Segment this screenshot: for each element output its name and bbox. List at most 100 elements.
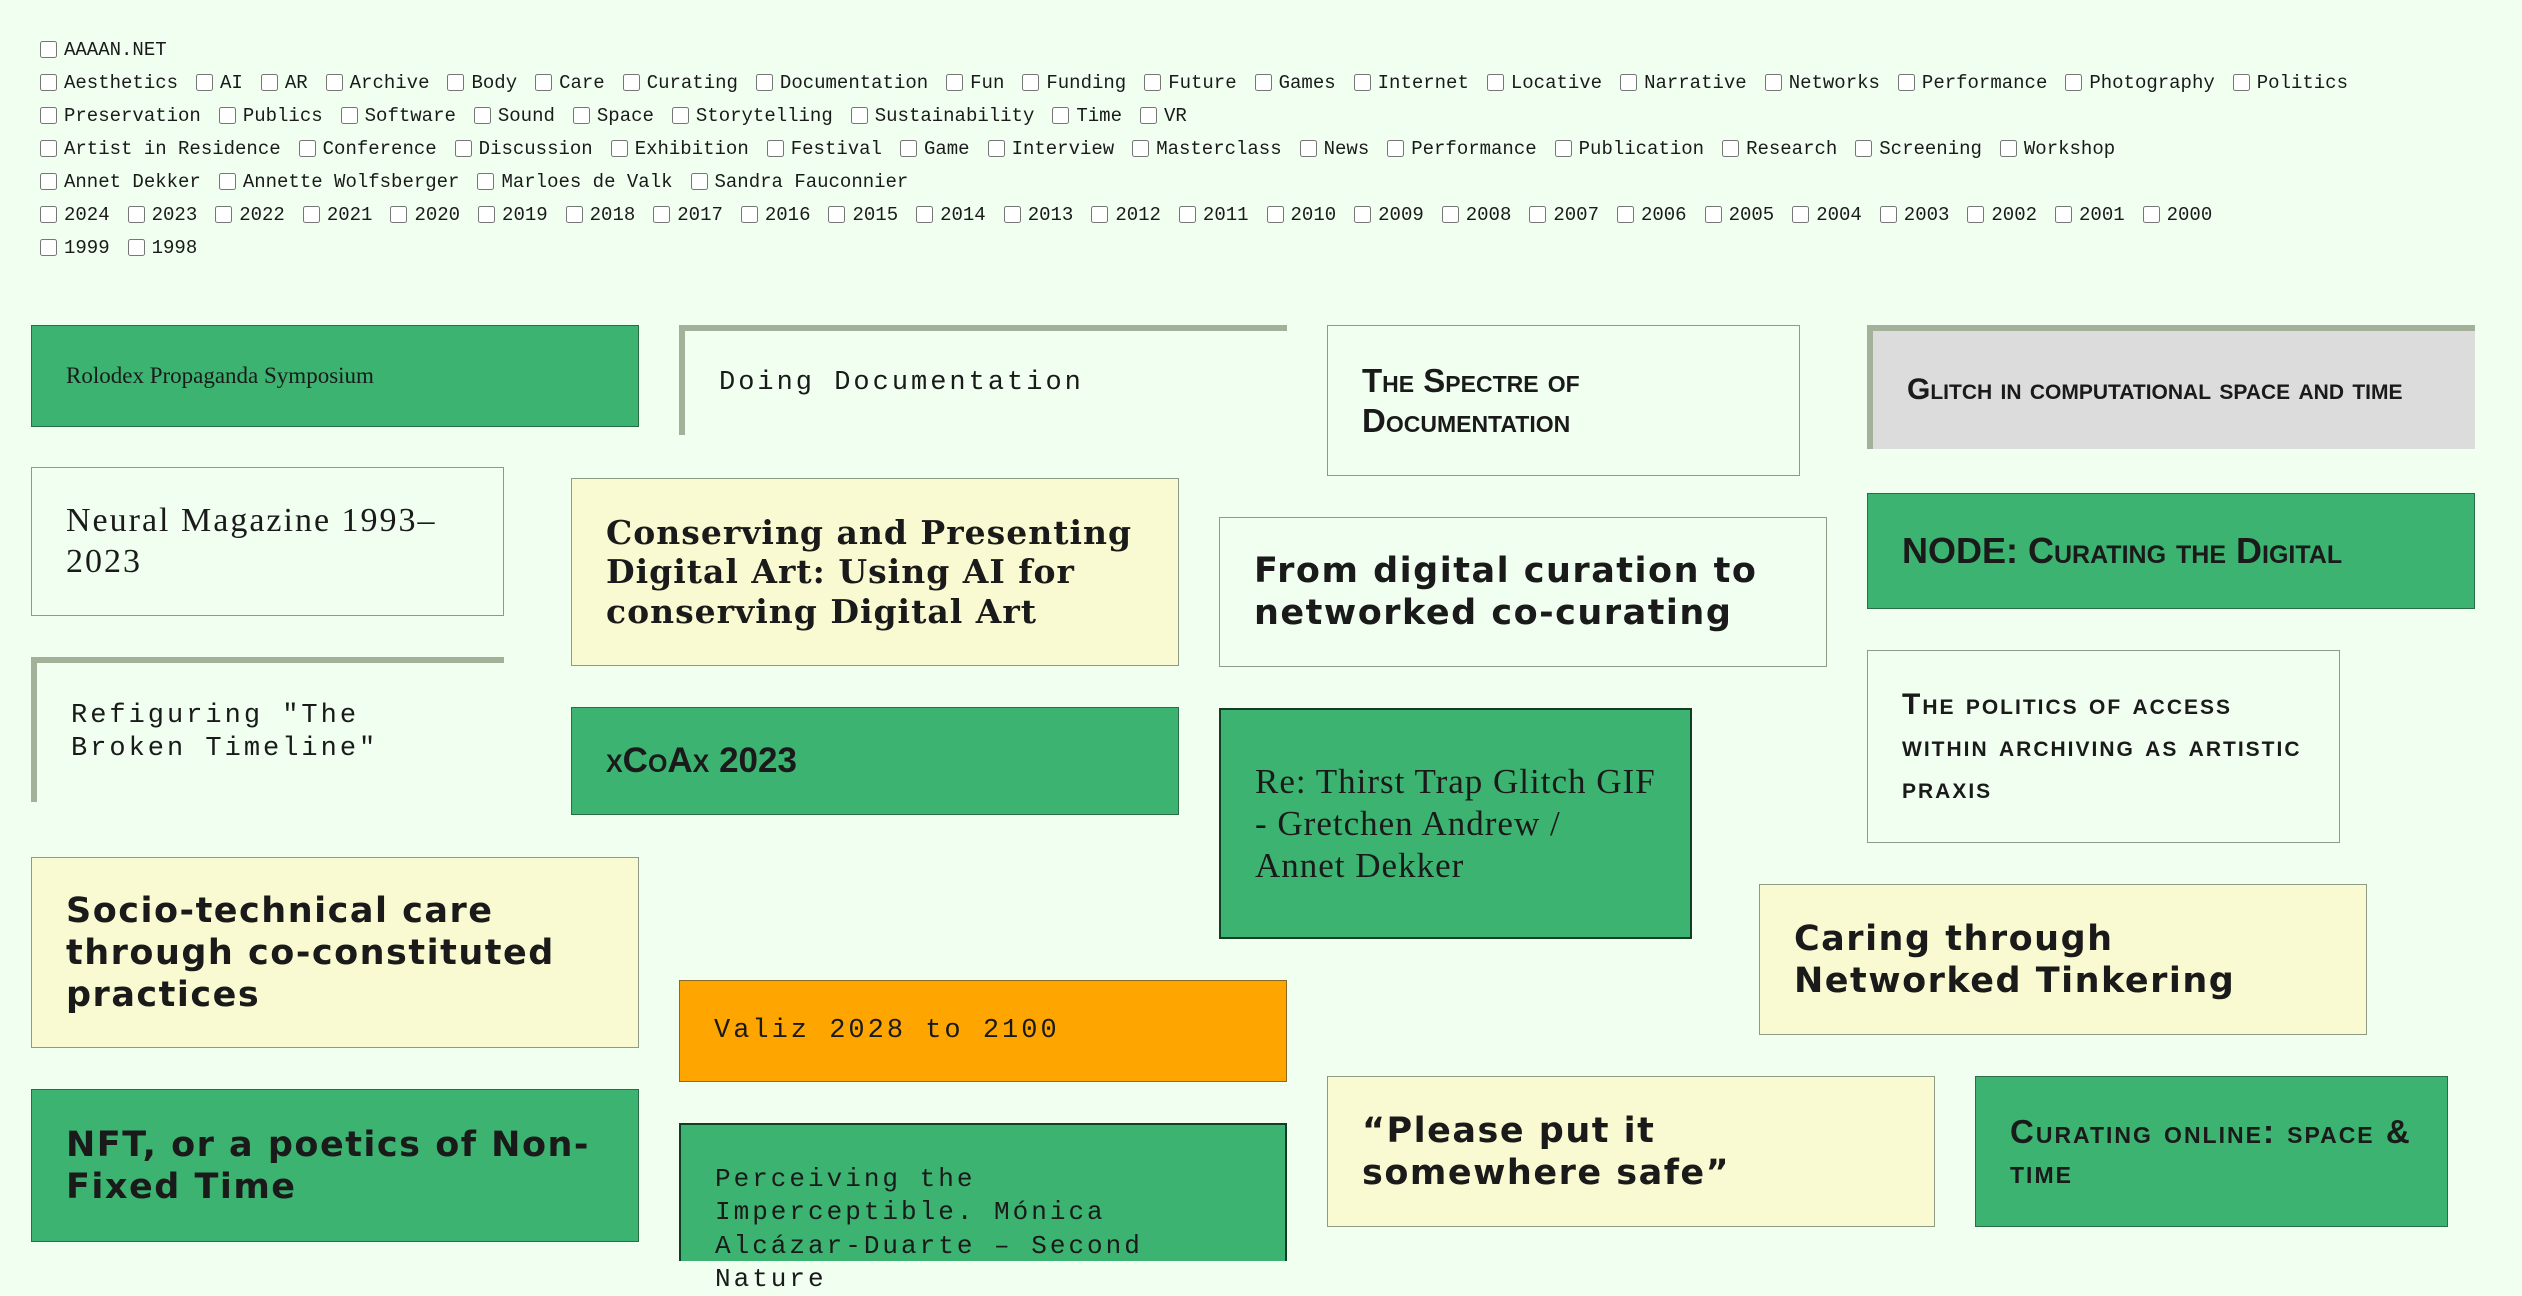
filter-checkbox[interactable] bbox=[916, 206, 934, 223]
card-xcoax[interactable]: xCoAx 2023 bbox=[571, 707, 1179, 815]
filter-checkbox[interactable] bbox=[766, 140, 784, 157]
filter-checkbox[interactable] bbox=[2232, 74, 2250, 91]
filter-checkbox[interactable] bbox=[1091, 206, 1109, 223]
filter-option[interactable]: Workshop bbox=[1998, 138, 2115, 160]
card-glitch[interactable]: Glitch in computational space and time bbox=[1867, 325, 2475, 449]
filter-option[interactable]: Marloes de Valk bbox=[475, 171, 673, 193]
filter-option[interactable]: AI bbox=[194, 72, 243, 94]
filter-option[interactable]: Performance bbox=[1385, 138, 1537, 160]
filter-option[interactable]: Time bbox=[1050, 105, 1122, 127]
filter-checkbox[interactable] bbox=[1616, 206, 1634, 223]
card-doing-documentation[interactable]: Doing Documentation bbox=[679, 325, 1287, 435]
filter-option[interactable]: 2020 bbox=[388, 204, 460, 226]
filter-checkbox[interactable] bbox=[477, 173, 495, 190]
filter-option[interactable]: Publication bbox=[1553, 138, 1704, 160]
filter-checkbox[interactable] bbox=[1792, 206, 1810, 223]
filter-checkbox[interactable] bbox=[1529, 206, 1547, 223]
filter-option[interactable]: Masterclass bbox=[1130, 138, 1282, 160]
filter-checkbox[interactable] bbox=[1897, 74, 1915, 91]
filter-option[interactable]: Photography bbox=[2063, 72, 2215, 94]
filter-checkbox[interactable] bbox=[1722, 140, 1740, 157]
filter-option[interactable]: Body bbox=[445, 72, 517, 94]
filter-option[interactable]: Sound bbox=[472, 105, 555, 127]
filter-option[interactable]: 2013 bbox=[1002, 204, 1073, 226]
filter-checkbox[interactable] bbox=[610, 140, 628, 157]
filter-option[interactable]: Software bbox=[339, 105, 456, 127]
filter-checkbox[interactable] bbox=[572, 107, 590, 124]
filter-checkbox[interactable] bbox=[40, 74, 57, 91]
filter-checkbox[interactable] bbox=[565, 206, 583, 223]
filter-checkbox[interactable] bbox=[946, 74, 964, 91]
filter-checkbox[interactable] bbox=[1132, 140, 1150, 157]
filter-option[interactable]: Storytelling bbox=[670, 105, 833, 127]
card-nft[interactable]: NFT, or a poetics of Non-Fixed Time bbox=[31, 1089, 639, 1242]
filter-option[interactable]: Publics bbox=[217, 105, 323, 127]
filter-option[interactable]: Sustainability bbox=[849, 105, 1034, 127]
filter-checkbox[interactable] bbox=[1855, 140, 1873, 157]
filter-option[interactable]: Research bbox=[1720, 138, 1837, 160]
filter-option[interactable]: 2015 bbox=[826, 204, 898, 226]
filter-option[interactable]: Documentation bbox=[754, 72, 928, 94]
filter-option[interactable]: 2023 bbox=[126, 204, 197, 226]
filter-checkbox[interactable] bbox=[1052, 107, 1070, 124]
filter-option[interactable]: 2005 bbox=[1703, 204, 1774, 226]
filter-checkbox[interactable] bbox=[690, 173, 708, 190]
filter-checkbox[interactable] bbox=[1354, 206, 1372, 223]
filter-checkbox[interactable] bbox=[1144, 74, 1162, 91]
filter-checkbox[interactable] bbox=[218, 173, 236, 190]
filter-checkbox[interactable] bbox=[478, 206, 496, 223]
filter-checkbox[interactable] bbox=[1554, 140, 1572, 157]
filter-checkbox[interactable] bbox=[1620, 74, 1638, 91]
filter-checkbox[interactable] bbox=[1704, 206, 1722, 223]
filter-checkbox[interactable] bbox=[1879, 206, 1897, 223]
filter-checkbox[interactable] bbox=[473, 107, 491, 124]
filter-checkbox[interactable] bbox=[215, 206, 233, 223]
filter-checkbox[interactable] bbox=[1353, 74, 1371, 91]
filter-option[interactable]: News bbox=[1298, 138, 1369, 160]
filter-checkbox[interactable] bbox=[40, 173, 57, 190]
filter-option[interactable]: Curating bbox=[621, 72, 738, 94]
card-thirst-trap[interactable]: Re: Thirst Trap Glitch GIF - Gretchen An… bbox=[1219, 708, 1692, 939]
filter-option[interactable]: 2021 bbox=[301, 204, 372, 226]
filter-option[interactable]: 2004 bbox=[1790, 204, 1862, 226]
filter-checkbox[interactable] bbox=[196, 74, 214, 91]
filter-checkbox[interactable] bbox=[2055, 206, 2073, 223]
card-digital-curation[interactable]: From digital curation to networked co-cu… bbox=[1219, 517, 1827, 667]
filter-option[interactable]: Exhibition bbox=[609, 138, 749, 160]
filter-option[interactable]: Politics bbox=[2231, 72, 2348, 94]
filter-option[interactable]: Discussion bbox=[453, 138, 593, 160]
filter-checkbox[interactable] bbox=[1387, 140, 1405, 157]
filter-checkbox[interactable] bbox=[127, 239, 145, 256]
filter-option[interactable]: Aesthetics bbox=[38, 72, 178, 94]
filter-option[interactable]: Game bbox=[898, 138, 970, 160]
card-socio-technical[interactable]: Socio-technical care through co-constitu… bbox=[31, 857, 639, 1048]
card-perceiving[interactable]: Perceiving the Imperceptible. Mónica Alc… bbox=[679, 1123, 1287, 1294]
filter-option[interactable]: 2001 bbox=[2053, 204, 2125, 226]
filter-checkbox[interactable] bbox=[899, 140, 917, 157]
filter-option[interactable]: 2003 bbox=[1878, 204, 1949, 226]
filter-option[interactable]: Future bbox=[1142, 72, 1237, 94]
filter-checkbox[interactable] bbox=[1003, 206, 1021, 223]
filter-option[interactable]: Annet Dekker bbox=[38, 171, 201, 193]
filter-checkbox[interactable] bbox=[850, 107, 868, 124]
card-curating-online[interactable]: Curating online: space & time bbox=[1975, 1076, 2448, 1227]
filter-checkbox[interactable] bbox=[1299, 140, 1317, 157]
filter-checkbox[interactable] bbox=[828, 206, 846, 223]
filter-option[interactable]: 2011 bbox=[1177, 204, 1249, 226]
filter-checkbox[interactable] bbox=[260, 74, 278, 91]
filter-option[interactable]: Games bbox=[1253, 72, 1336, 94]
filter-option[interactable]: Funding bbox=[1020, 72, 1126, 94]
filter-option[interactable]: Annette Wolfsberger bbox=[217, 171, 459, 193]
filter-checkbox[interactable] bbox=[671, 107, 689, 124]
filter-option[interactable]: Space bbox=[571, 105, 654, 127]
filter-option[interactable]: 2006 bbox=[1615, 204, 1687, 226]
filter-checkbox[interactable] bbox=[987, 140, 1005, 157]
filter-checkbox[interactable] bbox=[1967, 206, 1985, 223]
filter-checkbox[interactable] bbox=[1999, 140, 2017, 157]
filter-checkbox[interactable] bbox=[40, 140, 57, 157]
filter-checkbox[interactable] bbox=[1178, 206, 1196, 223]
filter-checkbox[interactable] bbox=[454, 140, 472, 157]
filter-checkbox[interactable] bbox=[1441, 206, 1459, 223]
card-neural[interactable]: Neural Magazine 1993–2023 bbox=[31, 467, 504, 616]
filter-option[interactable]: Fun bbox=[944, 72, 1004, 94]
